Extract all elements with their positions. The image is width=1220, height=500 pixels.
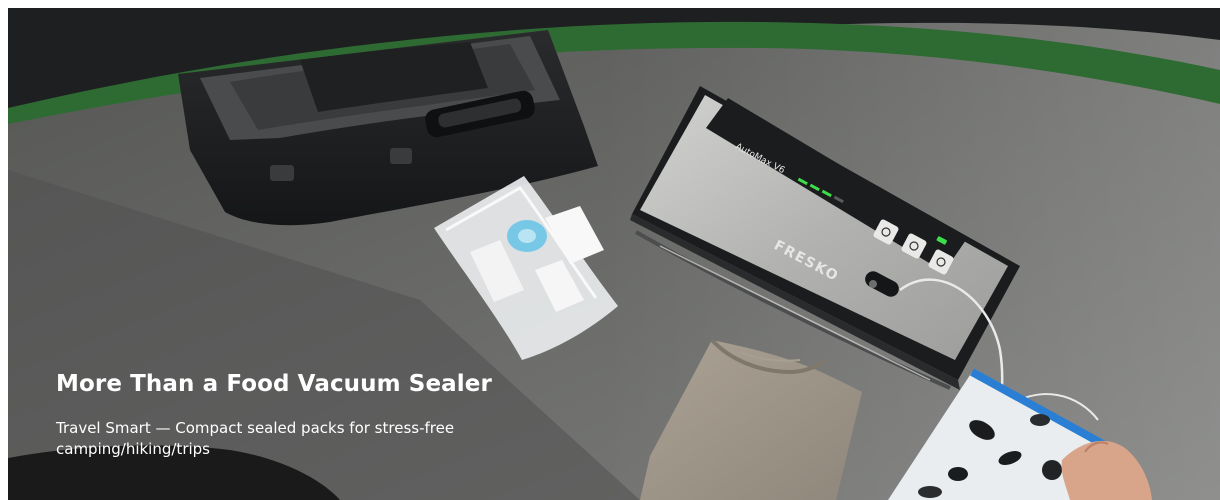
product-banner: AutoMax V6 FRESKO More Than a Food Vacuu…: [0, 0, 1220, 500]
subheadline: Travel Smart — Compact sealed packs for …: [56, 419, 455, 458]
headline: More Than a Food Vacuum Sealer: [56, 371, 492, 397]
